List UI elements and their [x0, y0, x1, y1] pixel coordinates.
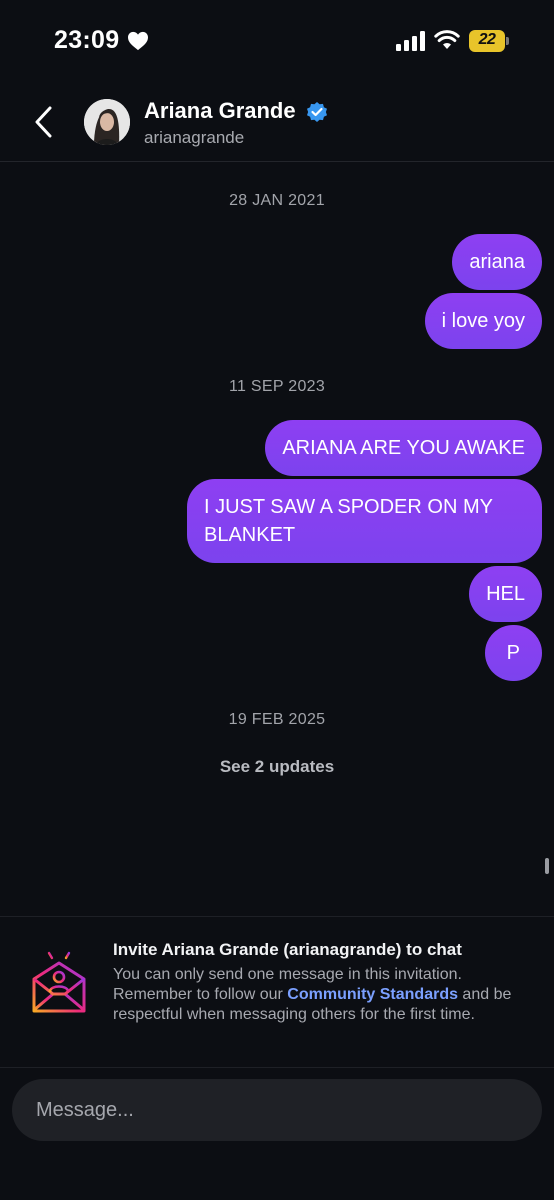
status-time: 23:09	[54, 26, 120, 54]
verified-badge-icon	[307, 102, 327, 122]
message-bubble[interactable]: HEL	[469, 566, 542, 622]
wifi-icon	[434, 30, 460, 49]
heart-icon	[128, 31, 148, 51]
contact-username[interactable]: arianagrande	[144, 128, 244, 148]
chat-header: Ariana Grande arianagrande	[0, 84, 554, 162]
message-bubble[interactable]: P	[484, 625, 542, 681]
invite-panel: Invite Ariana Grande (arianagrande) to c…	[0, 916, 554, 1068]
battery-icon: 22	[469, 30, 509, 52]
invite-envelope-icon	[32, 951, 86, 1013]
status-bar: 23:09 22	[0, 0, 554, 84]
date-separator: 11 SEP 2023	[228, 378, 326, 395]
message-bubble[interactable]: i love yoy	[424, 293, 542, 349]
message-bubble[interactable]: I JUST SAW A SPODER ON MY BLANKET	[187, 479, 542, 563]
battery-level: 22	[478, 31, 496, 48]
scrollbar-thumb[interactable]	[545, 858, 549, 874]
back-chevron-icon[interactable]	[28, 102, 62, 142]
contact-name[interactable]: Ariana Grande	[144, 98, 296, 124]
avatar[interactable]	[84, 99, 130, 145]
invite-title: Invite Ariana Grande (arianagrande) to c…	[113, 940, 462, 959]
invite-description: You can only send one message in this in…	[113, 965, 533, 1025]
message-composer[interactable]	[12, 1079, 542, 1141]
date-separator: 19 FEB 2025	[228, 711, 326, 728]
message-bubble[interactable]: ariana	[452, 234, 542, 290]
community-standards-link[interactable]: Community Standards	[287, 986, 458, 1003]
message-bubble[interactable]: ARIANA ARE YOU AWAKE	[265, 420, 542, 476]
signal-icon	[396, 31, 425, 51]
date-separator: 28 JAN 2021	[229, 192, 325, 209]
message-input[interactable]	[12, 1079, 542, 1141]
see-updates-button[interactable]: See 2 updates	[0, 757, 554, 777]
